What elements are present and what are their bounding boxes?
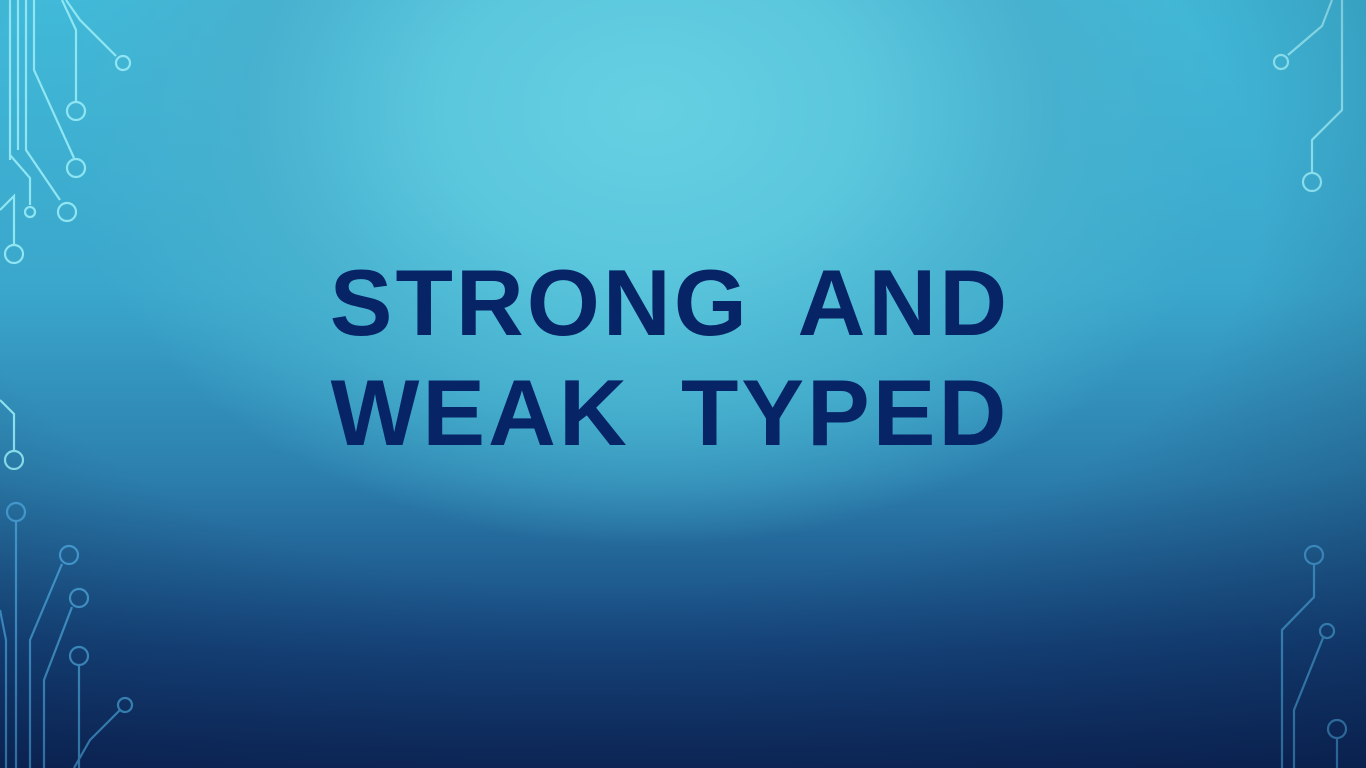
slide-title-line-1: STRONG AND [329,250,1011,355]
slide-title-line-2: WEAK TYPED [330,360,1010,465]
circuit-decoration-bottom-right [1280,544,1348,768]
circuit-decoration-bottom-left [0,501,134,768]
slide: STRONG AND WEAK TYPED [0,0,1366,768]
circuit-decoration-left-middle [0,399,25,471]
circuit-decoration-top-right [1272,0,1344,193]
circuit-decoration-top-left [0,0,132,265]
slide-title: STRONG AND WEAK TYPED [220,248,1120,468]
